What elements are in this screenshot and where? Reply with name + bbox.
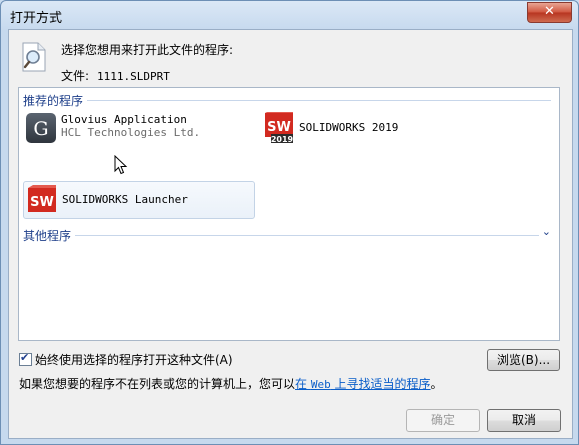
program-name: SOLIDWORKS 2019 xyxy=(299,121,399,134)
group-divider xyxy=(23,100,551,101)
magnifier-document-icon xyxy=(22,42,46,72)
check-mark-icon: ✔ xyxy=(20,351,30,364)
sw-glyph: SW xyxy=(267,120,291,135)
window-title: 打开方式 xyxy=(10,11,63,26)
other-programs-label: 其他程序 xyxy=(23,227,76,244)
web-search-link[interactable]: 在 Web 上寻找适当的程序 xyxy=(295,377,431,391)
ok-button[interactable]: 确定 xyxy=(406,409,480,432)
file-name: 1111.SLDPRT xyxy=(97,70,170,83)
title-bar[interactable]: 打开方式 ✕ xyxy=(1,1,578,29)
program-list[interactable]: 推荐的程序 G Glovius Application HCL Technolo… xyxy=(18,87,560,341)
chevron-down-icon[interactable]: ⌄ xyxy=(538,225,551,238)
recommended-group-header: 推荐的程序 xyxy=(23,92,551,109)
sw-glyph: SW xyxy=(30,195,54,210)
program-publisher: HCL Technologies Ltd. xyxy=(61,126,201,139)
glovius-glyph: G xyxy=(33,118,48,140)
program-name: SOLIDWORKS Launcher xyxy=(62,193,188,206)
solidworks-2019-icon: SW 2019 xyxy=(265,112,294,144)
always-use-checkbox[interactable]: ✔ xyxy=(19,351,32,366)
open-with-dialog: 打开方式 ✕ 选择您想用来打开此文件的程序: 文件: 1111.SLDPRT 推荐… xyxy=(0,0,579,445)
mouse-cursor-icon xyxy=(114,155,128,175)
cancel-button[interactable]: 取消 xyxy=(487,409,561,432)
footer-text-before: 如果您想要的程序不在列表或您的计算机上，您可以 xyxy=(19,377,296,391)
browse-button[interactable]: 浏览(B)... xyxy=(487,349,560,371)
solidworks-icon: SW xyxy=(28,185,56,212)
program-name: Glovius Application xyxy=(61,113,187,126)
always-use-option[interactable]: ✔ 始终使用选择的程序打开这种文件(A) xyxy=(19,351,233,368)
other-programs-header[interactable]: 其他程序 ⌄ xyxy=(23,225,551,244)
always-use-label: 始终使用选择的程序打开这种文件(A) xyxy=(35,353,233,367)
web-link-post: 上寻找适当的程序 xyxy=(330,377,431,391)
program-item-solidworks-launcher[interactable]: SW SOLIDWORKS Launcher xyxy=(23,181,255,219)
sw-version-badge: 2019 xyxy=(271,135,294,144)
file-label: 文件: xyxy=(61,69,90,83)
web-link-web: Web xyxy=(310,378,331,391)
program-item-solidworks-2019[interactable]: SW 2019 SOLIDWORKS 2019 xyxy=(261,110,461,146)
recommended-label: 推荐的程序 xyxy=(23,92,88,109)
footer-text-after: 。 xyxy=(430,377,443,391)
glovius-g-icon: G xyxy=(26,113,56,143)
web-link-pre: 在 xyxy=(295,377,311,391)
program-item-glovius[interactable]: G Glovius Application HCL Technologies L… xyxy=(23,110,253,146)
prompt-text: 选择您想用来打开此文件的程序: xyxy=(61,43,234,57)
footer-text: 如果您想要的程序不在列表或您的计算机上，您可以在 Web 上寻找适当的程序。 xyxy=(19,375,443,392)
dialog-body: 选择您想用来打开此文件的程序: 文件: 1111.SLDPRT 推荐的程序 G G… xyxy=(8,29,573,439)
close-button[interactable]: ✕ xyxy=(527,2,572,23)
file-row: 文件: 1111.SLDPRT xyxy=(61,67,170,84)
group-divider xyxy=(23,235,551,236)
